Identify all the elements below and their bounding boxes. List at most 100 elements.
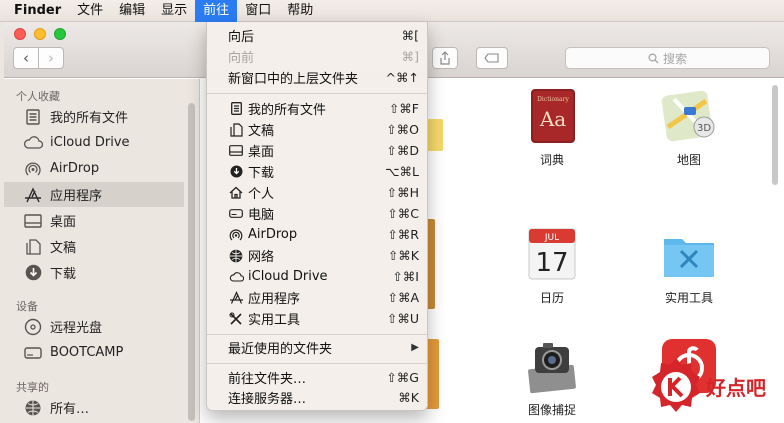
svg-text:3D: 3D (697, 123, 711, 134)
search-placeholder: 搜索 (662, 51, 687, 66)
network-icon (228, 249, 244, 263)
sidebar-item-icloud[interactable]: iCloud Drive (4, 130, 184, 155)
app-label: 词典 (539, 153, 564, 167)
sidebar-item-label: 所有… (50, 402, 90, 417)
menu-item-recent-folders[interactable]: 最近使用的文件夹 ▶ (207, 337, 427, 358)
menu-item-desktop[interactable]: 桌面 ⇧⌘D (207, 140, 427, 161)
shortcut-label: ⌘] (401, 49, 419, 64)
menu-item-network[interactable]: 网络 ⇧⌘K (207, 245, 427, 266)
back-button[interactable]: ‹ (13, 47, 39, 69)
desktop-icon (228, 145, 244, 156)
maps-icon: 3D (660, 87, 718, 145)
sidebar-item-downloads[interactable]: 下载 (4, 260, 184, 285)
sidebar-item-bootcamp[interactable]: BOOTCAMP (4, 340, 184, 365)
all-files-icon (228, 102, 244, 115)
app-tile-dictionary[interactable]: Dictionary Aa 词典 (497, 87, 607, 168)
image-capture-icon (523, 337, 581, 395)
search-icon (648, 52, 659, 63)
app-tile-image-capture[interactable]: 图像捕捉 (497, 337, 607, 418)
sidebar-item-all-shared[interactable]: 所有… (4, 395, 184, 420)
tags-button[interactable] (476, 47, 508, 69)
menu-item-applications[interactable]: 应用程序 ⇧⌘A (207, 287, 427, 308)
menu-finder[interactable]: Finder (0, 0, 69, 22)
svg-text:17: 17 (535, 248, 568, 278)
shortcut-label: ⇧⌘A (387, 290, 419, 305)
sidebar-heading-shared: 共享的 (16, 381, 49, 394)
sidebar-item-label: 远程光盘 (50, 321, 103, 336)
svg-text:Dictionary: Dictionary (537, 96, 569, 103)
sidebar-item-airdrop[interactable]: AirDrop (4, 156, 184, 181)
share-icon (440, 51, 450, 65)
forward-button[interactable]: › (38, 47, 64, 69)
menu-separator (207, 334, 427, 335)
shortcut-label: ⌘[ (401, 28, 419, 43)
menu-bar: Finder 文件 编辑 显示 前往 窗口 帮助 (0, 0, 784, 22)
computer-icon (228, 209, 244, 218)
search-input[interactable]: 搜索 (565, 47, 770, 69)
menu-item-all-files[interactable]: 我的所有文件 ⇧⌘F (207, 98, 427, 119)
app-tile-utilities[interactable]: 实用工具 (634, 225, 744, 306)
app-label: 图像捕捉 (527, 403, 576, 417)
menu-item-home[interactable]: 个人 ⇧⌘H (207, 182, 427, 203)
svg-text:Aa: Aa (539, 107, 566, 131)
sidebar-item-applications[interactable]: 应用程序 (4, 182, 184, 207)
menu-item-utilities[interactable]: 实用工具 ⇧⌘U (207, 308, 427, 329)
menu-item-enclosing-folder[interactable]: 新窗口中的上层文件夹 ^⌘↑ (207, 67, 427, 88)
menu-item-back[interactable]: 向后 ⌘[ (207, 25, 427, 46)
svg-text:JUL: JUL (544, 233, 559, 243)
menu-item-computer[interactable]: 电脑 ⇧⌘C (207, 203, 427, 224)
watermark-logo-icon (652, 358, 700, 412)
menu-item-connect-server[interactable]: 连接服务器… ⌘K (207, 387, 427, 408)
watermark-text: 好点吧 (706, 376, 766, 400)
share-button[interactable] (432, 47, 458, 69)
documents-icon (22, 238, 44, 256)
sidebar-scrollbar[interactable] (188, 103, 195, 421)
chevron-right-icon: › (48, 49, 54, 67)
minimize-button[interactable] (34, 28, 46, 40)
menu-window[interactable]: 窗口 (237, 0, 279, 22)
shortcut-label: ⇧⌘O (386, 122, 419, 137)
sidebar-item-remote-disc[interactable]: 远程光盘 (4, 314, 184, 339)
menu-item-forward: 向前 ⌘] (228, 49, 419, 66)
menu-go[interactable]: 前往 (195, 0, 238, 22)
dictionary-icon: Dictionary Aa (523, 87, 581, 145)
menu-item-documents[interactable]: 文稿 ⇧⌘O (207, 119, 427, 140)
menu-item-downloads[interactable]: 下载 ⌥⌘L (207, 161, 427, 182)
calendar-icon: JUL 17 (523, 225, 581, 283)
menu-separator (207, 363, 427, 364)
app-tile-calendar[interactable]: JUL 17 日历 (497, 225, 607, 306)
sidebar-item-label: 我的所有文件 (50, 111, 129, 126)
menu-help[interactable]: 帮助 (279, 0, 321, 22)
applications-icon (22, 186, 44, 204)
content-scrollbar[interactable] (772, 85, 778, 185)
tag-icon (484, 53, 499, 63)
shortcut-label: ^⌘↑ (385, 70, 419, 85)
shortcut-label: ⇧⌘C (387, 206, 419, 221)
cloud-icon (22, 134, 44, 152)
airdrop-icon (22, 160, 44, 178)
menu-item-go-to-folder[interactable]: 前往文件夹… ⇧⌘G (207, 367, 427, 388)
documents-icon (228, 122, 244, 137)
network-icon (22, 399, 44, 417)
shortcut-label: ⇧⌘G (386, 370, 419, 385)
app-tile-maps[interactable]: 3D 地图 (634, 87, 744, 168)
home-icon (228, 186, 244, 199)
shortcut-label: ⇧⌘R (387, 227, 419, 242)
menu-view[interactable]: 显示 (153, 0, 195, 22)
menu-item-airdrop[interactable]: AirDrop ⇧⌘R (207, 224, 427, 245)
sidebar-item-all-files[interactable]: 我的所有文件 (4, 104, 184, 129)
submenu-arrow-icon: ▶ (411, 342, 419, 353)
close-button[interactable] (14, 28, 26, 40)
menu-item-icloud[interactable]: iCloud Drive ⇧⌘I (207, 266, 427, 287)
menu-edit[interactable]: 编辑 (111, 0, 153, 22)
shortcut-label: ⇧⌘U (386, 311, 419, 326)
sidebar-item-label: 应用程序 (50, 189, 103, 204)
sidebar-item-documents[interactable]: 文稿 (4, 234, 184, 259)
sidebar-item-label: 下载 (50, 267, 77, 282)
menu-file[interactable]: 文件 (69, 0, 111, 22)
app-label: 日历 (539, 291, 564, 305)
shortcut-label: ⇧⌘F (388, 101, 419, 116)
sidebar-item-desktop[interactable]: 桌面 (4, 208, 184, 233)
zoom-button[interactable] (54, 28, 66, 40)
download-icon (22, 264, 44, 282)
